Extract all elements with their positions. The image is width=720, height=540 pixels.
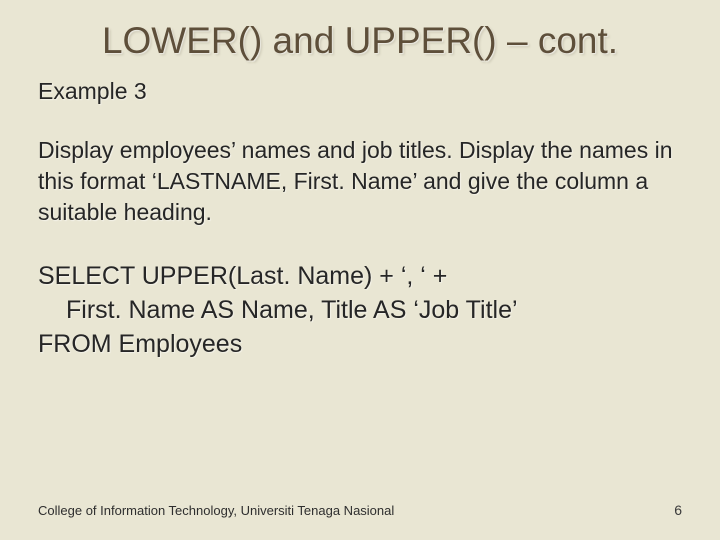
page-number: 6 xyxy=(674,502,682,518)
example-label: Example 3 xyxy=(38,78,682,105)
slide-title: LOWER() and UPPER() – cont. xyxy=(38,20,682,62)
code-line-3: FROM Employees xyxy=(38,330,242,358)
sql-code: SELECT UPPER(Last. Name) + ‘, ‘ + First.… xyxy=(38,260,682,361)
footer-institution: College of Information Technology, Unive… xyxy=(38,503,394,518)
footer: College of Information Technology, Unive… xyxy=(38,502,682,518)
code-line-2: First. Name AS Name, Title AS ‘Job Title… xyxy=(66,296,518,324)
code-line-1: SELECT UPPER(Last. Name) + ‘, ‘ + xyxy=(38,262,447,290)
problem-description: Display employees’ names and job titles.… xyxy=(38,135,682,228)
slide: LOWER() and UPPER() – cont. Example 3 Di… xyxy=(0,0,720,540)
